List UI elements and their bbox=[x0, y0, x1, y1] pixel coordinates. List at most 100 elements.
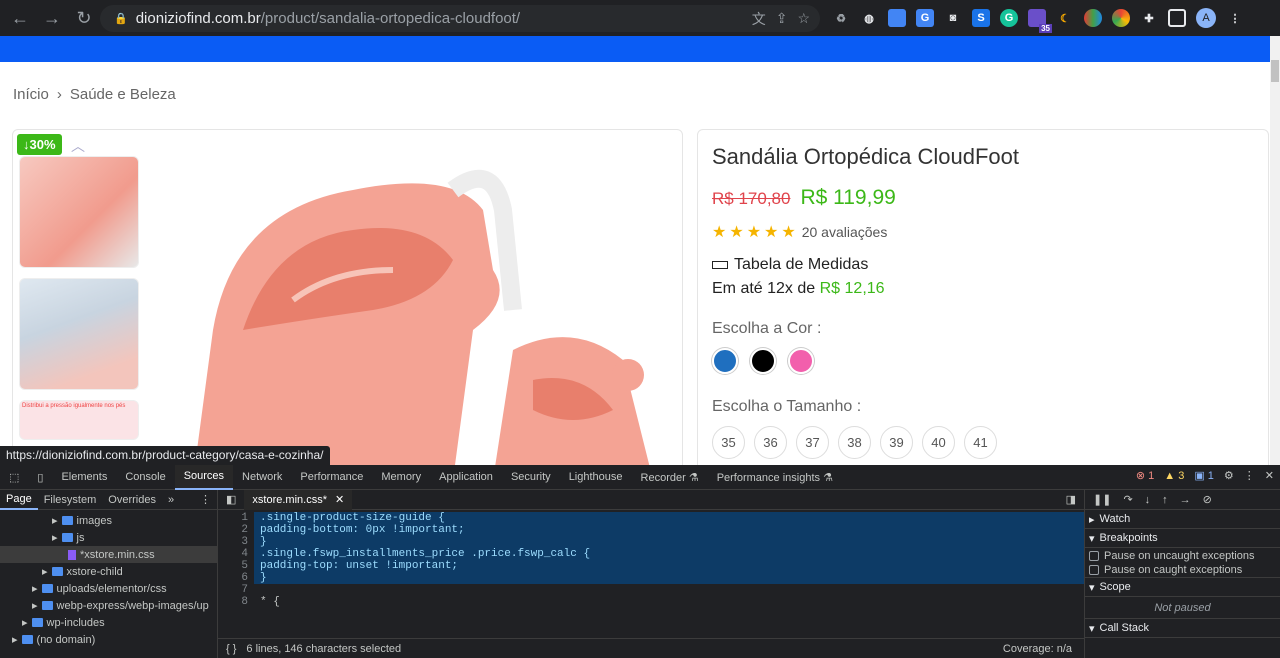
extension-grammarly-icon[interactable]: G bbox=[1000, 9, 1018, 27]
bookmark-star-icon[interactable]: ☆ bbox=[797, 10, 810, 27]
extension-badge-icon[interactable]: 35 bbox=[1028, 9, 1052, 33]
code-line[interactable]: 8 * { bbox=[218, 596, 1084, 608]
extension-docs-icon[interactable] bbox=[888, 9, 906, 27]
inspect-element-icon[interactable]: ⬚ bbox=[0, 465, 28, 490]
color-swatch-2[interactable] bbox=[750, 348, 776, 374]
navigator-menu-icon[interactable]: ⋮ bbox=[200, 493, 217, 506]
code-line[interactable]: 6} bbox=[218, 572, 1084, 584]
nav-tab-filesystem[interactable]: Filesystem bbox=[38, 494, 103, 506]
tab-console[interactable]: Console bbox=[116, 465, 174, 490]
color-swatch-1[interactable] bbox=[712, 348, 738, 374]
pause-uncaught-checkbox[interactable] bbox=[1089, 550, 1099, 561]
tab-security[interactable]: Security bbox=[502, 465, 560, 490]
tab-sources[interactable]: Sources bbox=[174, 464, 234, 490]
size-guide-link[interactable]: Tabela de Medidas bbox=[712, 256, 1254, 274]
tab-lighthouse[interactable]: Lighthouse bbox=[560, 465, 632, 490]
warning-count-badge[interactable]: ▲ 3 bbox=[1164, 470, 1184, 482]
more-tabs-icon[interactable]: » bbox=[162, 494, 180, 506]
watch-section[interactable]: ▸ Watch bbox=[1085, 510, 1280, 529]
code-line[interactable]: 2 padding-bottom: 0px !important; bbox=[218, 524, 1084, 536]
tab-elements[interactable]: Elements bbox=[52, 465, 116, 490]
profile-avatar[interactable]: A bbox=[1196, 8, 1216, 28]
extension-s-icon[interactable]: S bbox=[972, 9, 990, 27]
pause-icon[interactable]: ❚❚ bbox=[1093, 493, 1111, 506]
toggle-debugger-icon[interactable]: ◨ bbox=[1066, 493, 1084, 506]
toggle-navigator-icon[interactable]: ◧ bbox=[218, 493, 244, 506]
callstack-section[interactable]: ▾ Call Stack bbox=[1085, 619, 1280, 638]
code-line[interactable]: 7 bbox=[218, 584, 1084, 596]
tree-item[interactable]: ▸ xstore-child bbox=[0, 563, 217, 580]
size-option-37[interactable]: 37 bbox=[796, 426, 829, 459]
tab-performance-insights[interactable]: Performance insights ⚗ bbox=[708, 465, 842, 490]
size-option-36[interactable]: 36 bbox=[754, 426, 787, 459]
breadcrumb-category[interactable]: Saúde e Beleza bbox=[70, 86, 176, 103]
info-count-badge[interactable]: ▣ 1 bbox=[1194, 469, 1214, 482]
pause-uncaught-option[interactable]: Pause on uncaught exceptions bbox=[1085, 548, 1280, 563]
scope-section[interactable]: ▾ Scope bbox=[1085, 578, 1280, 597]
chevron-up-icon[interactable]: ︿ bbox=[71, 136, 85, 156]
pause-caught-checkbox[interactable] bbox=[1089, 565, 1099, 575]
nav-tab-page[interactable]: Page bbox=[0, 490, 38, 510]
close-devtools-icon[interactable]: ✕ bbox=[1265, 469, 1274, 482]
thumbnail-2[interactable] bbox=[19, 278, 139, 390]
main-product-image[interactable] bbox=[153, 150, 673, 465]
extensions-puzzle-icon[interactable]: ✚ bbox=[1140, 9, 1158, 27]
nav-tab-overrides[interactable]: Overrides bbox=[102, 494, 162, 506]
step-icon[interactable]: → bbox=[1180, 494, 1191, 506]
pause-caught-option[interactable]: Pause on caught exceptions bbox=[1085, 563, 1280, 578]
extension-recycle-icon[interactable]: ♻ bbox=[832, 9, 850, 27]
size-option-38[interactable]: 38 bbox=[838, 426, 871, 459]
scrollbar-thumb[interactable] bbox=[1271, 60, 1279, 82]
device-toggle-icon[interactable]: ▯ bbox=[28, 465, 52, 490]
reload-icon[interactable]: ↻ bbox=[72, 6, 96, 30]
code-line[interactable]: 4 .single.fswp_installments_price .price.… bbox=[218, 548, 1084, 560]
translate-icon[interactable]: 文 bbox=[752, 9, 766, 29]
side-panel-icon[interactable] bbox=[1168, 9, 1186, 27]
tree-item[interactable]: ▸ (no domain) bbox=[0, 631, 217, 648]
size-option-40[interactable]: 40 bbox=[922, 426, 955, 459]
code-line[interactable]: 3} bbox=[218, 536, 1084, 548]
menu-dots-icon[interactable]: ⋮ bbox=[1226, 9, 1244, 27]
tab-performance[interactable]: Performance bbox=[291, 465, 372, 490]
share-icon[interactable]: ⇪ bbox=[776, 10, 788, 27]
tree-item[interactable]: ▸ wp-includes bbox=[0, 614, 217, 631]
review-count[interactable]: 20 avaliações bbox=[802, 224, 888, 240]
extension-translate-icon[interactable]: G bbox=[916, 9, 934, 27]
code-line[interactable]: 1 .single-product-size-guide { bbox=[218, 512, 1084, 524]
extension-camera-icon[interactable]: ◙ bbox=[944, 9, 962, 27]
step-into-icon[interactable]: ↓ bbox=[1145, 494, 1151, 506]
tab-recorder[interactable]: Recorder ⚗ bbox=[632, 465, 708, 490]
code-line[interactable]: 5 padding-top: unset !important; bbox=[218, 560, 1084, 572]
pretty-print-icon[interactable]: { } bbox=[226, 643, 236, 655]
color-swatch-3[interactable] bbox=[788, 348, 814, 374]
editor-tab-xstore[interactable]: xstore.min.css* ✕ bbox=[244, 489, 353, 510]
tree-item[interactable]: ▸ webp-express/webp-images/up bbox=[0, 597, 217, 614]
breakpoints-section[interactable]: ▾ Breakpoints bbox=[1085, 529, 1280, 548]
back-icon[interactable]: ← bbox=[8, 6, 32, 30]
tree-item[interactable]: ▸ uploads/elementor/css bbox=[0, 580, 217, 597]
error-count-badge[interactable]: ⊗ 1 bbox=[1136, 469, 1154, 482]
tab-network[interactable]: Network bbox=[233, 465, 291, 490]
size-option-35[interactable]: 35 bbox=[712, 426, 745, 459]
tree-item[interactable]: ▸ js bbox=[0, 529, 217, 546]
thumbnail-3[interactable]: Distribui a pressão igualmente nos pés bbox=[19, 400, 139, 440]
settings-gear-icon[interactable]: ⚙ bbox=[1224, 469, 1234, 482]
size-option-41[interactable]: 41 bbox=[964, 426, 997, 459]
extension-chrome-icon[interactable] bbox=[1112, 9, 1130, 27]
tree-item[interactable]: *xstore.min.css bbox=[0, 546, 217, 563]
extension-globe-icon[interactable]: ◍ bbox=[860, 9, 878, 27]
size-option-39[interactable]: 39 bbox=[880, 426, 913, 459]
tab-application[interactable]: Application bbox=[430, 465, 502, 490]
page-scrollbar[interactable] bbox=[1270, 36, 1280, 465]
more-options-icon[interactable]: ⋮ bbox=[1244, 469, 1255, 482]
address-bar[interactable]: 🔒 dioniziofind.com.br /product/sandalia-… bbox=[100, 5, 820, 32]
tree-item[interactable]: ▸ images bbox=[0, 512, 217, 529]
thumbnail-1[interactable] bbox=[19, 156, 139, 268]
step-over-icon[interactable]: ↷ bbox=[1123, 493, 1132, 506]
breadcrumb-home[interactable]: Início bbox=[13, 86, 49, 103]
extension-moon-icon[interactable]: ☾ bbox=[1056, 9, 1074, 27]
tab-memory[interactable]: Memory bbox=[372, 465, 430, 490]
code-lines[interactable]: 1 .single-product-size-guide {2 padding-bo… bbox=[218, 512, 1084, 617]
step-out-icon[interactable]: ↑ bbox=[1162, 494, 1168, 506]
extension-color-icon[interactable] bbox=[1084, 9, 1102, 27]
